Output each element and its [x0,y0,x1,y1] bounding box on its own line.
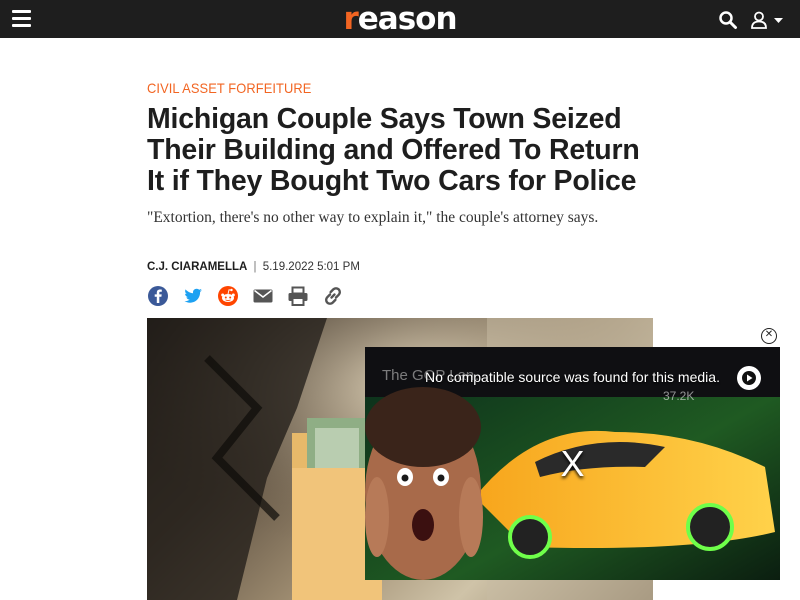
user-menu-button[interactable] [750,10,786,30]
link-icon [324,287,342,305]
article-category-link[interactable]: CIVIL ASSET FORFEITURE [147,80,311,96]
top-nav-bar: reason [0,0,800,38]
video-player[interactable]: The GOP Lan… 37.2K No compatible source … [365,347,780,580]
print-button[interactable] [287,285,309,307]
close-video-button[interactable]: ✕ [761,328,777,344]
play-icon[interactable] [737,366,761,390]
publish-date: 5.19.2022 5:01 PM [262,261,360,273]
share-bar [147,285,357,307]
video-error-message: No compatible source was found for this … [425,369,720,385]
search-icon[interactable] [718,10,738,30]
author-link[interactable]: C.J. CIARAMELLA [147,261,247,273]
reddit-share-button[interactable] [217,285,239,307]
email-icon [253,289,273,303]
facebook-share-button[interactable] [147,285,169,307]
video-view-count: 37.2K [663,389,695,403]
byline: C.J. CIARAMELLA | 5.19.2022 5:01 PM [147,261,360,273]
user-icon [751,11,767,29]
twitter-icon [184,288,202,303]
email-share-button[interactable] [252,285,274,307]
caret-down-icon [774,18,783,23]
video-close-x[interactable]: X [365,443,780,485]
reddit-icon [218,286,238,306]
print-icon [288,286,308,306]
site-logo[interactable]: reason [330,1,470,37]
article-headline: Michigan Couple Says Town Seized Their B… [147,103,640,197]
logo-accent-letter: r [343,1,358,37]
copy-link-button[interactable] [322,285,344,307]
hamburger-icon[interactable] [12,10,31,27]
logo-rest: eason [357,1,458,37]
twitter-share-button[interactable] [182,285,204,307]
byline-separator: | [253,261,257,273]
article-subhead: "Extortion, there's no other way to expl… [147,209,599,226]
